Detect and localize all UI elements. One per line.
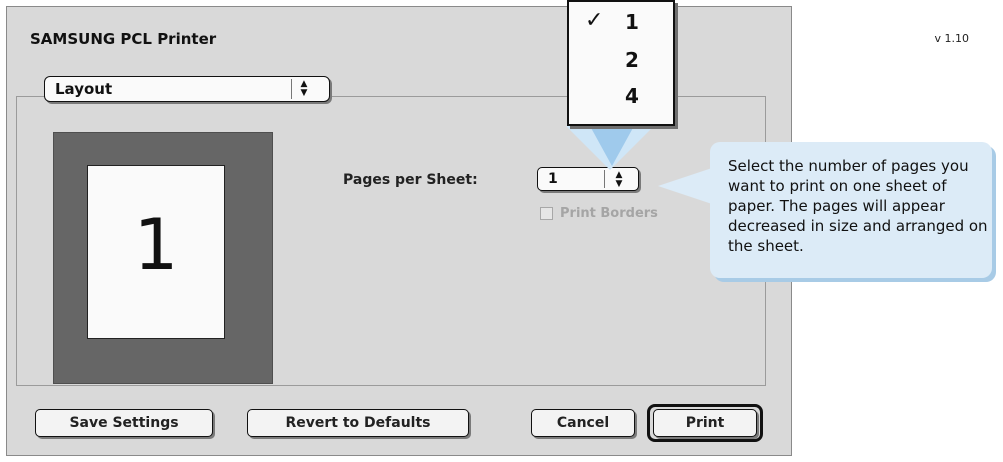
printer-name: SAMSUNG PCL Printer — [30, 30, 217, 48]
dropdown-divider — [604, 170, 605, 188]
preview-sheet: 1 — [87, 165, 225, 339]
menu-item-4[interactable]: 4 — [569, 82, 673, 112]
panel-selector-value: Layout — [55, 80, 113, 98]
menu-item-2[interactable]: 2 — [569, 46, 673, 76]
updown-arrows-icon: ▲ ▼ — [615, 170, 623, 189]
panel-selector-dropdown[interactable]: Layout ▲ ▼ — [44, 76, 330, 102]
print-borders-checkbox[interactable] — [540, 207, 553, 220]
print-borders-option[interactable]: Print Borders — [540, 206, 658, 221]
save-settings-button[interactable]: Save Settings — [35, 409, 213, 437]
preview-page-number: 1 — [133, 204, 179, 286]
checkmark-icon: ✓ — [585, 8, 604, 33]
revert-to-defaults-button[interactable]: Revert to Defaults — [247, 409, 469, 437]
pages-per-sheet-menu: ✓ 1 2 4 — [567, 0, 675, 126]
menu-item-label: 4 — [625, 84, 639, 108]
menu-item-label: 2 — [625, 48, 639, 72]
help-callout: Select the number of pages you want to p… — [710, 142, 992, 278]
pages-per-sheet-value: 1 — [548, 171, 558, 187]
pages-per-sheet-dropdown[interactable]: 1 ▲ ▼ — [537, 167, 639, 191]
cancel-button[interactable]: Cancel — [531, 409, 635, 437]
callout-pointer — [658, 168, 712, 204]
dropdown-divider — [291, 79, 292, 99]
menu-pointer-shade — [590, 126, 634, 166]
help-callout-text: Select the number of pages you want to p… — [728, 157, 988, 255]
print-borders-label: Print Borders — [560, 206, 658, 221]
pages-per-sheet-label: Pages per Sheet: — [343, 172, 478, 188]
print-button[interactable]: Print — [653, 409, 757, 437]
menu-item-1[interactable]: ✓ 1 — [569, 8, 673, 38]
updown-arrows-icon: ▲ ▼ — [300, 79, 308, 98]
version-label: v 1.10 — [934, 32, 970, 45]
menu-item-label: 1 — [625, 10, 639, 34]
